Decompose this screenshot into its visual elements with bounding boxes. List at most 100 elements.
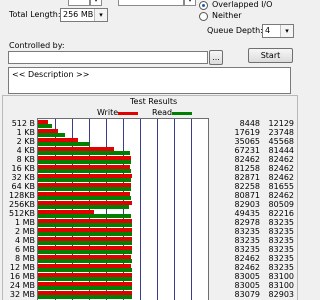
legend-write-label: Write xyxy=(97,108,119,117)
block-size-label: 1 MB xyxy=(14,218,35,227)
block-size-label: 512KB xyxy=(8,209,35,218)
read-value: 45568 xyxy=(268,137,294,146)
queue-depth-select[interactable]: 4 ▾ xyxy=(262,24,294,38)
block-size-label: 32 KB xyxy=(11,173,35,182)
read-value: 82462 xyxy=(268,164,294,173)
read-bar xyxy=(38,124,52,128)
browse-button[interactable]: ... xyxy=(209,50,223,65)
read-bar xyxy=(38,259,133,263)
read-bar xyxy=(38,160,132,164)
block-size-label: 16 MB xyxy=(9,272,35,281)
write-value: 82462 xyxy=(234,254,260,263)
read-value: 80509 xyxy=(268,200,294,209)
block-size-label: 2 MB xyxy=(14,227,35,236)
read-value: 83100 xyxy=(268,281,294,290)
read-value: 81444 xyxy=(268,146,294,155)
start-button[interactable]: Start xyxy=(248,48,293,63)
write-value: 83005 xyxy=(234,281,260,290)
read-bar xyxy=(38,169,132,173)
read-value: 83235 xyxy=(268,263,294,272)
read-value: 82216 xyxy=(268,209,294,218)
write-value: 83235 xyxy=(234,227,260,236)
read-value: 83100 xyxy=(268,272,294,281)
write-value: 82978 xyxy=(234,218,260,227)
read-bar xyxy=(38,223,133,227)
block-size-start-dropdown-icon[interactable]: ▾ xyxy=(90,0,102,6)
read-value: 82903 xyxy=(268,290,294,299)
read-bar xyxy=(38,250,133,254)
block-size-label: 512 B xyxy=(11,119,35,128)
write-value: 83005 xyxy=(234,272,260,281)
description-text: << Description >> xyxy=(12,70,90,79)
write-value: 82462 xyxy=(234,155,260,164)
read-value: 12129 xyxy=(268,119,294,128)
read-bar xyxy=(38,151,131,155)
controlled-by-label: Controlled by: xyxy=(9,41,65,50)
read-bar xyxy=(38,277,133,281)
write-value: 81258 xyxy=(234,164,260,173)
queue-depth-label: Queue Depth: xyxy=(207,26,263,35)
block-size-label: 256KB xyxy=(8,200,35,209)
read-bar xyxy=(38,295,132,299)
block-size-label: 4 KB xyxy=(16,146,35,155)
write-value: 67231 xyxy=(234,146,260,155)
write-value: 8448 xyxy=(239,119,260,128)
block-size-label: 8 KB xyxy=(16,155,35,164)
results-chart xyxy=(37,118,209,300)
overlapped-io-label: Overlapped I/O xyxy=(212,0,273,9)
read-bar xyxy=(38,178,132,182)
read-value: 83235 xyxy=(268,254,294,263)
block-size-label: 16 KB xyxy=(11,164,35,173)
read-bar xyxy=(38,268,133,272)
write-value: 83235 xyxy=(234,245,260,254)
write-value: 80871 xyxy=(234,191,260,200)
read-bar xyxy=(38,187,131,191)
read-value: 83235 xyxy=(268,245,294,254)
read-value: 82462 xyxy=(268,173,294,182)
chevron-down-icon: ▾ xyxy=(94,9,107,21)
read-bar xyxy=(38,286,133,290)
read-bar xyxy=(38,241,133,245)
read-bar xyxy=(38,133,65,137)
read-value: 83235 xyxy=(268,227,294,236)
block-size-end-dropdown-icon[interactable]: ▾ xyxy=(184,0,196,6)
write-value: 82903 xyxy=(234,200,260,209)
test-results-title: Test Results xyxy=(130,97,178,106)
total-length-select[interactable]: 256 MB ▾ xyxy=(60,8,108,22)
read-bar xyxy=(38,196,132,200)
write-value: 82258 xyxy=(234,182,260,191)
read-value: 82462 xyxy=(268,191,294,200)
read-value: 23748 xyxy=(268,128,294,137)
legend-read-swatch xyxy=(172,112,192,115)
chart-gridline xyxy=(191,119,192,300)
controlled-by-field[interactable] xyxy=(8,51,208,64)
block-size-end-field[interactable] xyxy=(118,0,184,6)
write-value: 17619 xyxy=(234,128,260,137)
settings-panel: ▾ ▾ Total Length: 256 MB ▾ Overlapped I/… xyxy=(0,0,300,40)
total-length-value: 256 MB xyxy=(63,10,94,19)
write-value: 82871 xyxy=(234,173,260,182)
write-value: 83079 xyxy=(234,290,260,299)
block-size-label: 128KB xyxy=(8,191,35,200)
chart-gridline xyxy=(140,119,141,300)
write-value: 82462 xyxy=(234,263,260,272)
total-length-label: Total Length: xyxy=(9,10,61,19)
write-value: 83235 xyxy=(234,236,260,245)
overlapped-io-radio[interactable] xyxy=(199,1,208,10)
block-size-label: 4 MB xyxy=(14,236,35,245)
neither-radio[interactable] xyxy=(199,12,208,21)
chevron-down-icon: ▾ xyxy=(280,25,293,37)
block-size-label: 32 MB xyxy=(9,290,35,299)
block-size-label: 64 KB xyxy=(11,182,35,191)
read-bar xyxy=(38,232,133,236)
read-bar xyxy=(38,214,132,218)
chart-gridline xyxy=(174,119,175,300)
block-size-start-field[interactable] xyxy=(68,0,90,6)
neither-label: Neither xyxy=(212,11,242,20)
queue-depth-value: 4 xyxy=(265,26,271,35)
legend-read-label: Read xyxy=(152,108,173,117)
read-value: 83235 xyxy=(268,236,294,245)
block-size-label: 1 KB xyxy=(16,128,35,137)
description-box[interactable]: << Description >> xyxy=(8,67,291,94)
write-value: 49435 xyxy=(234,209,260,218)
